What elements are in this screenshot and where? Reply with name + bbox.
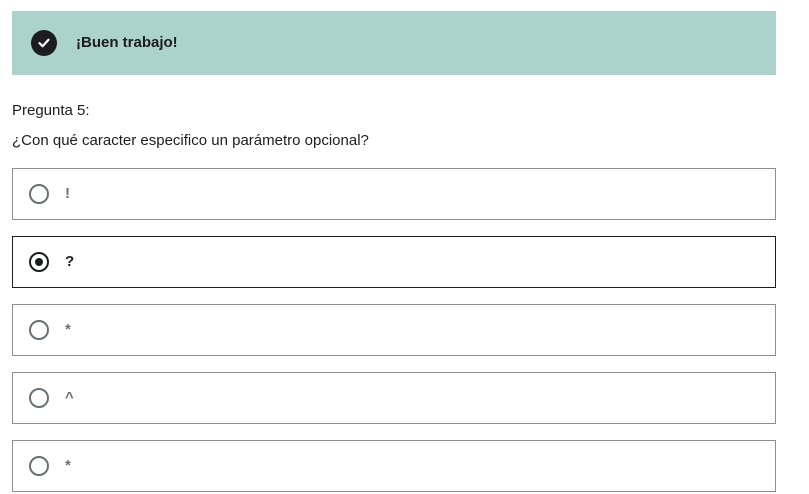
answer-option-label: * bbox=[65, 457, 71, 474]
question-number: Pregunta 5: bbox=[12, 102, 90, 119]
answer-option[interactable]: ^ bbox=[12, 372, 776, 424]
radio-button[interactable] bbox=[29, 456, 49, 476]
answer-option[interactable]: * bbox=[12, 440, 776, 492]
radio-button[interactable] bbox=[29, 184, 49, 204]
answer-option-selected[interactable]: ? bbox=[12, 236, 776, 288]
answer-option-label: ? bbox=[65, 253, 75, 270]
radio-button[interactable] bbox=[29, 320, 49, 340]
result-banner: ¡Buen trabajo! bbox=[12, 11, 776, 75]
radio-button-selected[interactable] bbox=[29, 252, 49, 272]
answer-option-label: * bbox=[65, 321, 71, 338]
answer-option[interactable]: ! bbox=[12, 168, 776, 220]
check-circle-icon bbox=[31, 30, 57, 56]
result-message: ¡Buen trabajo! bbox=[76, 34, 178, 51]
answer-option[interactable]: * bbox=[12, 304, 776, 356]
answer-option-label: ! bbox=[65, 185, 70, 202]
radio-dot bbox=[35, 258, 43, 266]
radio-button[interactable] bbox=[29, 388, 49, 408]
question-prompt: ¿Con qué caracter especifico un parámetr… bbox=[12, 132, 369, 149]
answer-option-label: ^ bbox=[65, 389, 74, 406]
